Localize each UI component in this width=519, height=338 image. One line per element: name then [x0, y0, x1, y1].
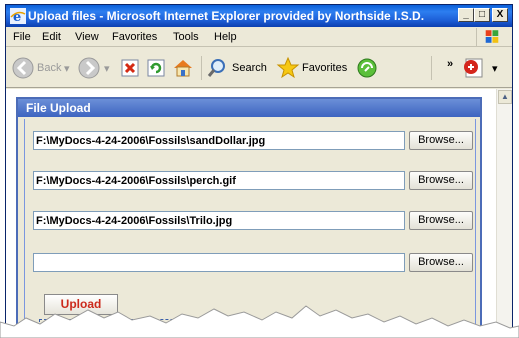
torn-edge-overlay [0, 305, 519, 338]
